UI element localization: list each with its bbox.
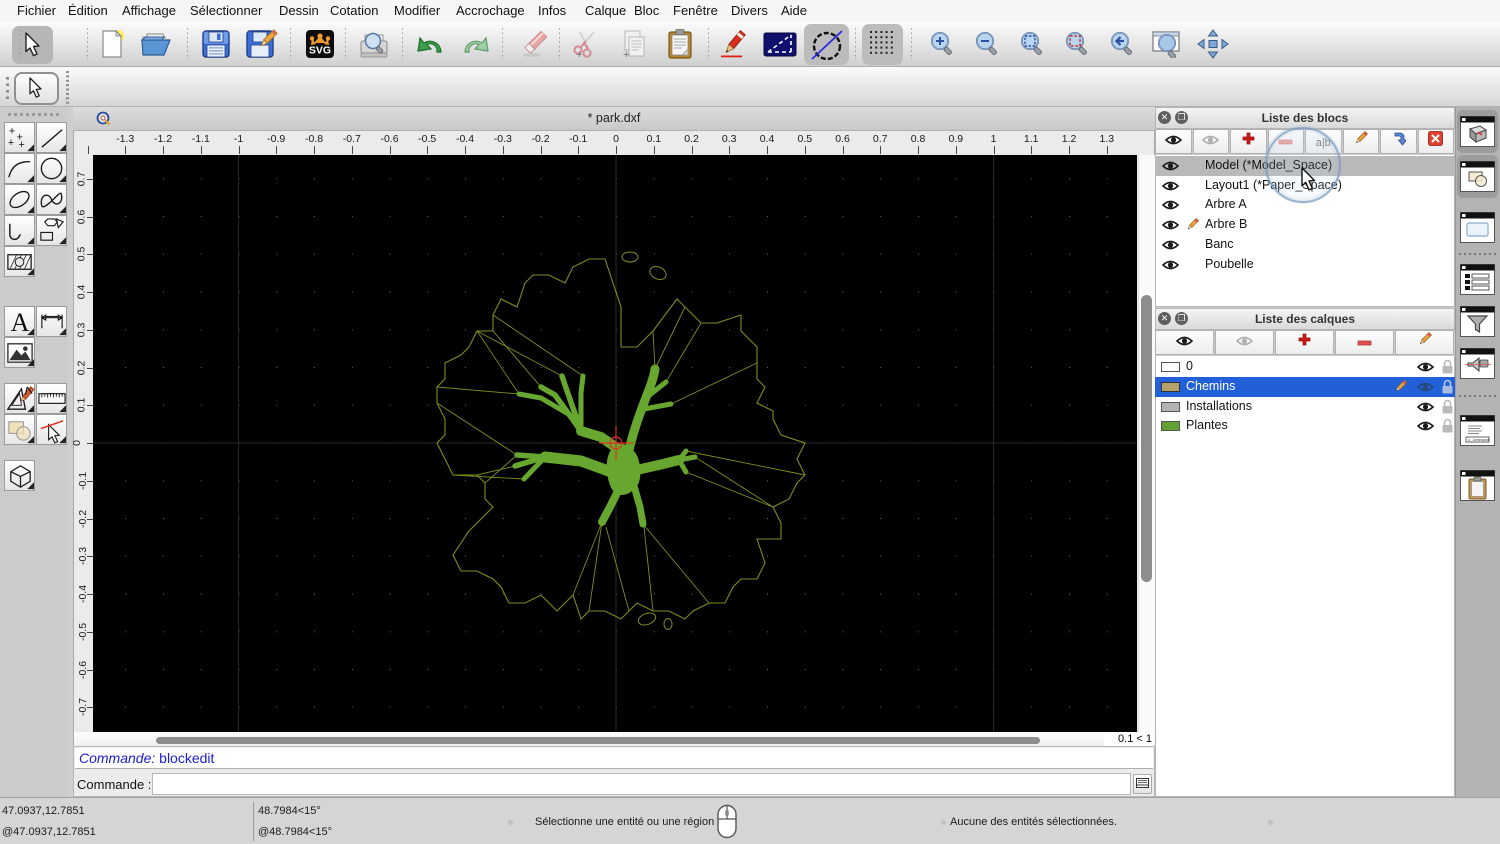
svg-text:A: A: [11, 308, 30, 337]
svg-text:+: +: [19, 139, 25, 151]
svg-text:+: +: [623, 49, 629, 60]
svg-text:+: +: [8, 137, 14, 149]
svg-text:+: +: [9, 126, 15, 138]
svg-text:+: +: [576, 49, 582, 60]
svg-text:c:_command: c:_command: [1468, 438, 1489, 442]
svg-text:SVG: SVG: [309, 45, 331, 57]
